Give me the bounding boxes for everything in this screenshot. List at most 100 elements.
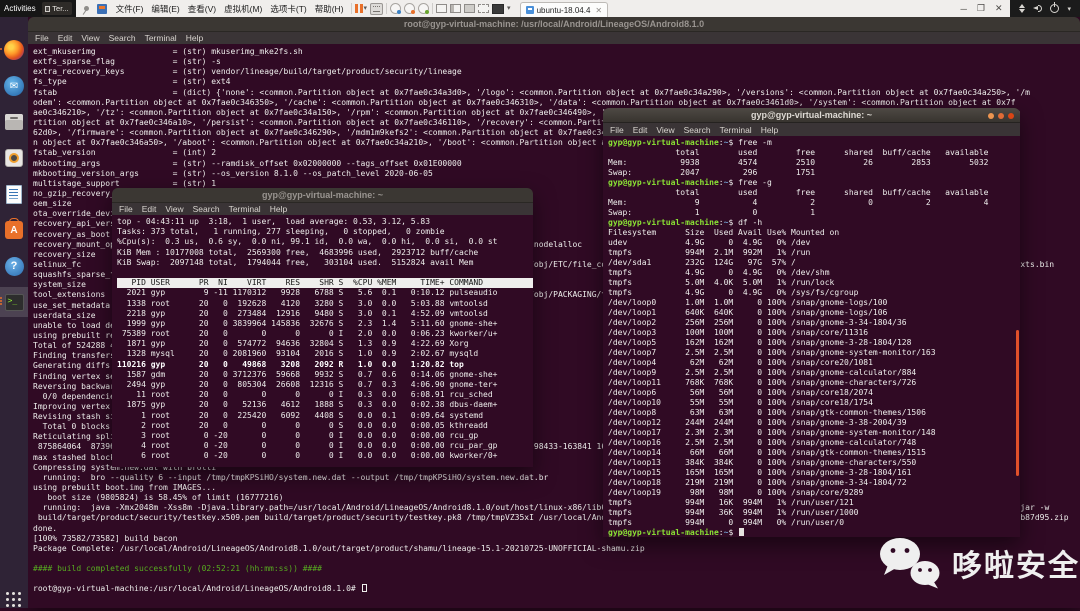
terminal-line: /dev/loop17 2.3M 2.3M 0 100% /snap/gnome…	[608, 428, 936, 437]
menu-file[interactable]: File	[35, 33, 49, 43]
vmware-menu-0[interactable]: 文件(F)	[112, 3, 148, 15]
prompt-user: gyp@gyp-virtual-machine	[608, 218, 719, 227]
snapshot-take-icon[interactable]	[390, 3, 402, 14]
dock-libreoffice-writer[interactable]	[3, 183, 25, 205]
main-terminal-titlebar[interactable]: root@gyp-virtual-machine: /usr/local/And…	[28, 17, 1080, 32]
menu-edit[interactable]: Edit	[633, 125, 648, 135]
unity-view-icon[interactable]	[492, 3, 505, 14]
top-summary-line: KiB Swap: 2097148 total, 1794044 free, 3…	[117, 257, 474, 267]
terminal-line: extra_recovery_keys = (str) vendor/linea…	[33, 67, 462, 77]
process-row: 110216 gyp 20 0 49868 3208 2092 R 1.0 0.…	[117, 359, 464, 369]
dock-thunderbird[interactable]: ✉	[3, 75, 25, 97]
maximize-icon	[998, 112, 1004, 119]
terminal-line: /dev/loop0 1.0M 1.0M 0 100% /snap/gnome-…	[608, 298, 888, 307]
terminal-line: /dev/loop12 244M 244M 0 100% /snap/gnome…	[608, 418, 907, 427]
free-terminal-title: gyp@gyp-virtual-machine: ~	[750, 110, 873, 120]
terminal-line: /dev/loop2 256M 256M 0 100% /snap/gnome-…	[608, 318, 907, 327]
top-command-output: top - 04:43:11 up 3:18, 1 user, load ave…	[112, 215, 533, 462]
show-library-icon[interactable]	[436, 4, 448, 13]
snapshot-revert-icon[interactable]	[404, 3, 416, 14]
menu-view[interactable]: View	[656, 125, 674, 135]
menu-help[interactable]: Help	[761, 125, 778, 135]
fullscreen-icon[interactable]	[478, 4, 490, 13]
scrollbar[interactable]	[1016, 330, 1019, 476]
process-row: 75389 root 20 0 0 0 0 I 2.0 0.0 0:06.23 …	[117, 329, 498, 339]
free-terminal-body[interactable]: gyp@gyp-virtual-machine:~$ free -m total…	[603, 136, 1020, 537]
vmware-menubar: 文件(F) 编辑(E) 查看(V) 虚拟机(M) 选项卡(T) 帮助(H)	[112, 3, 348, 15]
vm-tab-ubuntu[interactable]: ubuntu-18.04.4 ✕	[519, 2, 609, 17]
menu-edit[interactable]: Edit	[58, 33, 73, 43]
files-icon	[5, 114, 23, 130]
dock-ubuntu-software[interactable]: A	[3, 218, 25, 241]
top-terminal-title: gyp@gyp-virtual-machine: ~	[261, 190, 384, 200]
menu-search[interactable]: Search	[109, 33, 136, 43]
menu-help[interactable]: Help	[186, 33, 203, 43]
vmware-menu-1[interactable]: 编辑(E)	[147, 3, 183, 15]
vmware-menu-5[interactable]: 帮助(H)	[311, 3, 348, 15]
menu-search[interactable]: Search	[193, 204, 220, 214]
close-button[interactable]: ✕	[995, 3, 1003, 14]
vm-tab-label: ubuntu-18.04.4	[536, 5, 591, 15]
terminal-line: /dev/loop18 219M 219M 0 100% /snap/gnome…	[608, 478, 907, 487]
vmware-menu-4[interactable]: 选项卡(T)	[266, 3, 310, 15]
top-terminal-titlebar[interactable]: gyp@gyp-virtual-machine: ~	[112, 188, 533, 203]
wechat-icon	[880, 538, 940, 589]
vmware-menu-3[interactable]: 虚拟机(M)	[220, 3, 266, 15]
terminal-line: gyp@gyp-virtual-machine:~$ df -h	[608, 218, 1020, 228]
menu-search[interactable]: Search	[684, 125, 711, 135]
titlebar-buttons[interactable]	[988, 112, 1014, 119]
menu-edit[interactable]: Edit	[142, 204, 157, 214]
terminal-line: /dev/loop9 2.5M 2.5M 0 100% /snap/gnome-…	[608, 368, 917, 377]
menu-terminal[interactable]: Terminal	[720, 125, 752, 135]
chevron-down-icon[interactable]: ▾	[507, 5, 511, 12]
power-pause-button[interactable]: ▾	[354, 4, 368, 13]
close-icon[interactable]: ✕	[593, 6, 602, 15]
taskbar-terminal-button[interactable]: Ter...	[41, 2, 72, 15]
show-thumbnails-icon[interactable]	[450, 4, 462, 13]
menu-view[interactable]: View	[165, 204, 183, 214]
maximize-button[interactable]: ❐	[977, 3, 985, 14]
volume-icon[interactable]	[1033, 4, 1043, 13]
menu-terminal[interactable]: Terminal	[229, 204, 261, 214]
terminal-line: /dev/loop7 2.5M 2.5M 0 100% /snap/gnome-…	[608, 348, 936, 357]
terminal-line: /dev/loop3 100M 100M 0 100% /snap/core/1…	[608, 328, 869, 337]
dock-terminal[interactable]: >_	[0, 291, 25, 313]
chevron-down-icon[interactable]: ▾	[364, 5, 368, 12]
power-icon[interactable]	[1050, 2, 1060, 13]
process-row: 1328 mysql 20 0 2081960 93104 2016 S 1.0…	[117, 349, 479, 359]
pin-icon[interactable]	[80, 3, 93, 15]
terminal-line: total used free shared buff/cache availa…	[608, 188, 989, 197]
dock: ✉ A ? >_	[0, 17, 28, 608]
top-summary-line: top - 04:43:11 up 3:18, 1 user, load ave…	[117, 217, 431, 226]
command-text: free -g	[738, 178, 772, 187]
free-terminal-menubar: File Edit View Search Terminal Help	[603, 123, 1020, 136]
process-row: 2218 gyp 20 0 273484 12916 9480 S 3.0 0.…	[117, 308, 488, 318]
free-df-output: gyp@gyp-virtual-machine:~$ free -m total…	[603, 136, 1020, 537]
dock-rhythmbox[interactable]	[3, 147, 25, 169]
terminal-line: Swap: 2047 296 1751	[608, 168, 816, 177]
activities-button[interactable]: Activities	[4, 4, 38, 13]
dock-files[interactable]	[3, 111, 25, 133]
menu-terminal[interactable]: Terminal	[145, 33, 177, 43]
ctrl-alt-del-icon[interactable]	[370, 2, 384, 15]
menu-file[interactable]: File	[610, 125, 624, 135]
menu-file[interactable]: File	[119, 204, 133, 214]
chevron-down-icon[interactable]: ▾	[1067, 5, 1071, 13]
free-terminal-titlebar[interactable]: gyp@gyp-virtual-machine: ~	[603, 108, 1020, 123]
terminal-line: tmpfs 5.0M 4.0K 5.0M 1% /run/lock	[608, 278, 835, 287]
top-terminal-body[interactable]: top - 04:43:11 up 3:18, 1 user, load ave…	[112, 215, 533, 467]
terminal-line: tmpfs 994M 2.1M 992M 1% /run	[608, 248, 811, 257]
process-table-header: PID USER PR NI VIRT RES SHR S %CPU %MEM …	[117, 278, 533, 289]
top-summary-line: KiB Mem : 10177008 total, 2569300 free, …	[117, 247, 479, 257]
minimize-button[interactable]: ─	[960, 4, 966, 14]
snapshot-manager-icon[interactable]	[418, 3, 430, 14]
menu-help[interactable]: Help	[270, 204, 287, 214]
console-view-icon[interactable]	[464, 4, 476, 13]
network-icon[interactable]	[1019, 4, 1026, 13]
dock-help[interactable]: ?	[3, 255, 25, 277]
dock-firefox[interactable]	[0, 39, 25, 61]
text-cursor	[361, 584, 367, 593]
vmware-menu-2[interactable]: 查看(V)	[184, 3, 220, 15]
menu-view[interactable]: View	[81, 33, 99, 43]
